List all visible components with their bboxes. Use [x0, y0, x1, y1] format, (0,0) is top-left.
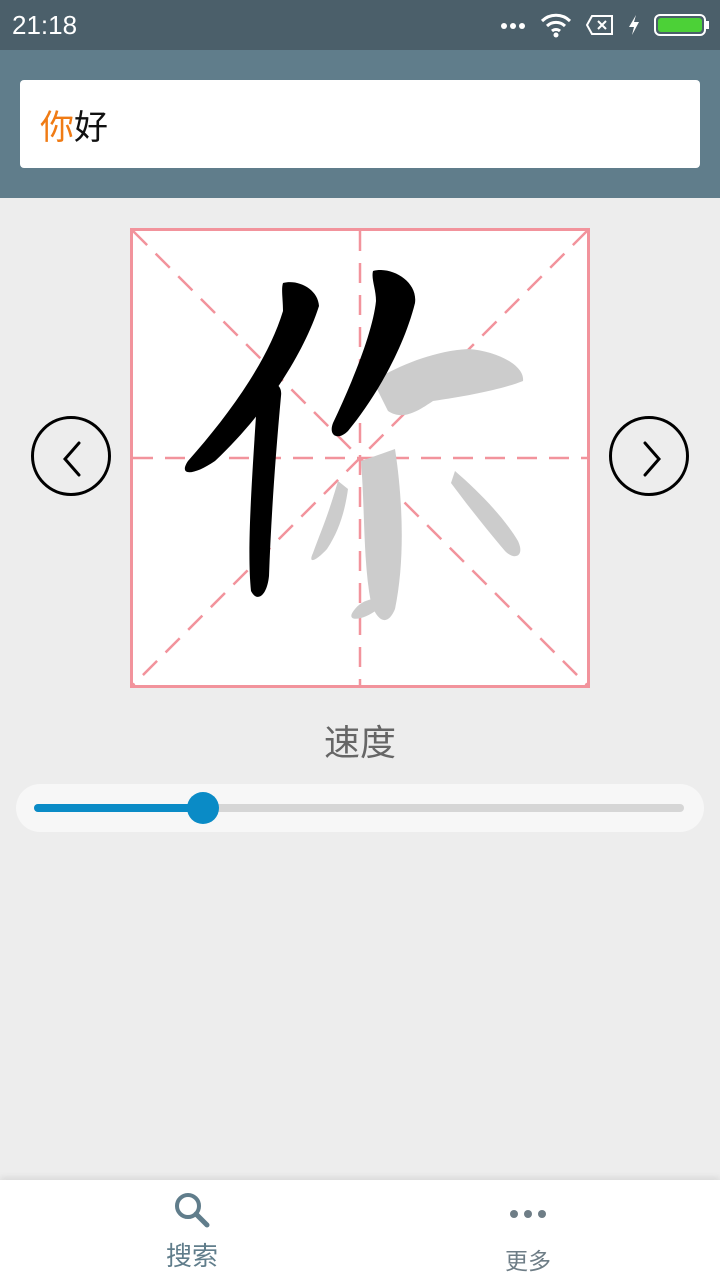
charging-bolt-icon [629, 15, 639, 35]
current-char: 你 [40, 107, 74, 148]
status-bar: 21:18 [0, 0, 720, 50]
more-horizontal-icon [510, 1210, 546, 1218]
previous-character-button[interactable] [31, 416, 111, 496]
status-icons [500, 10, 710, 40]
speed-slider[interactable] [16, 784, 704, 832]
chevron-left-icon [63, 441, 81, 477]
chevron-right-icon [643, 441, 661, 477]
next-character-button[interactable] [609, 416, 689, 496]
tab-more[interactable]: 更多 [348, 1180, 708, 1280]
status-time: 21:18 [12, 10, 78, 40]
search-icon [175, 1193, 210, 1228]
speed-label: 速度 [323, 723, 396, 764]
stroke-order-board [130, 228, 590, 688]
character-ghost-strokes [311, 349, 524, 621]
tab-search[interactable]: 搜索 [12, 1180, 372, 1280]
battery-icon [654, 14, 709, 36]
tab-search-label: 搜索 [165, 1242, 218, 1272]
slider-thumb[interactable] [187, 792, 219, 824]
tab-more-label: 更多 [505, 1249, 551, 1275]
search-input[interactable]: 你好 [20, 80, 700, 168]
remaining-chars: 好 [74, 107, 108, 148]
wifi-icon [540, 13, 572, 38]
slider-fill [34, 804, 203, 812]
bottom-nav: 搜索 更多 [0, 1180, 720, 1280]
slider-track[interactable] [34, 792, 684, 824]
sim-off-icon [586, 15, 613, 35]
more-dots-icon [501, 23, 525, 29]
search-header: 你好 [0, 50, 720, 198]
character-canvas [133, 231, 587, 685]
